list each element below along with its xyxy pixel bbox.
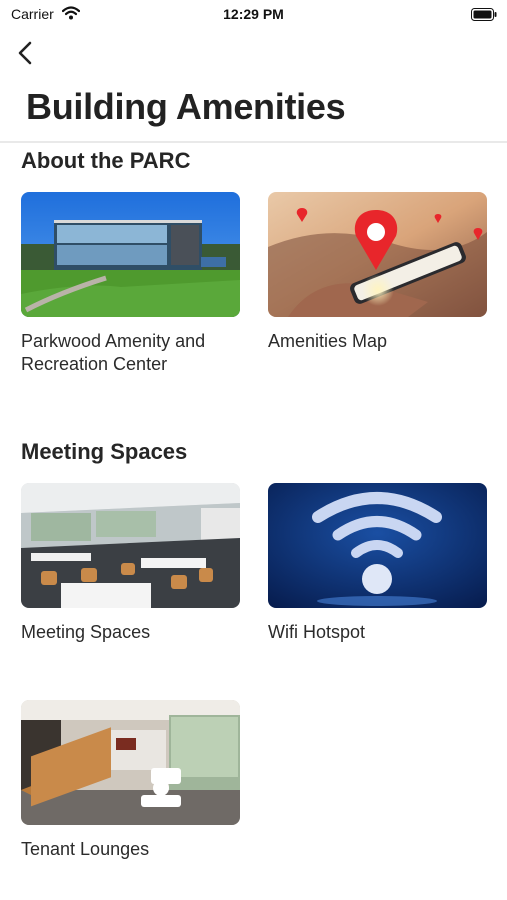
card-label: Parkwood Amenity and Recreation Center [21,331,206,374]
amenity-card-parkwood-center[interactable]: Parkwood Amenity and Recreation Center [21,192,240,376]
card-label: Amenities Map [268,331,388,351]
amenity-card-tenant-lounges[interactable]: Tenant Lounges [21,700,240,861]
status-time: 12:29 PM [223,6,284,22]
card-label: Wifi Hotspot [268,622,366,642]
meeting-spaces-image [21,483,240,608]
section-title-about: About the PARC [21,148,191,173]
page-title: Building Amenities [26,86,346,127]
wifi-hotspot-image [268,483,487,608]
tenant-lounges-image [21,700,240,825]
status-bar: Carrier 12:29 PM [0,0,507,30]
section-title-meeting-spaces: Meeting Spaces [21,439,188,464]
amenity-card-meeting-spaces[interactable]: Meeting Spaces [21,483,240,644]
chevron-left-icon [18,41,32,65]
amenity-card-wifi-hotspot[interactable]: Wifi Hotspot [268,483,487,644]
header-divider [0,141,507,143]
battery-icon [471,8,497,21]
back-button[interactable] [14,38,38,68]
amenities-map-image [268,192,487,317]
amenity-card-amenities-map[interactable]: Amenities Map [268,192,487,353]
card-label: Meeting Spaces [21,622,151,642]
card-label: Tenant Lounges [21,839,150,859]
parkwood-building-image [21,192,240,317]
